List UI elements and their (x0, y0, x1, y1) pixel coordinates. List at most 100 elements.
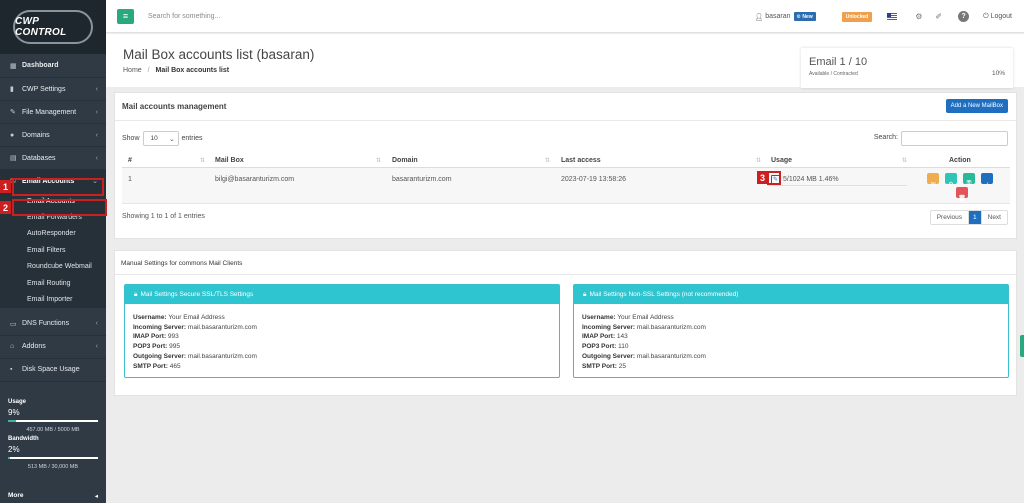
smtp-value: 25 (618, 362, 626, 370)
new-badge: ⚙︎ New (793, 12, 816, 21)
pop3-value: 110 (618, 343, 629, 351)
quota-subtitle: Available / Contracted (809, 71, 858, 77)
sidebar-item-domains[interactable]: ● Domains ‹ (0, 124, 106, 147)
server-icon: ▭ (10, 320, 17, 328)
logo[interactable]: CWP CONTROL (0, 0, 106, 54)
manual-settings-title: Manual Settings for commons Mail Clients (121, 260, 243, 267)
imap-value: 143 (616, 333, 628, 341)
chevron-left-icon: ‹ (95, 320, 98, 328)
help-icon[interactable]: ? (958, 11, 970, 22)
pagination-page-1[interactable]: 1 (968, 211, 981, 224)
logout-button[interactable]: ⏻ Logout (983, 13, 1012, 21)
smtp-value: 465 (169, 362, 181, 370)
cell-domain: basaranturizm.com (392, 176, 452, 183)
chevron-left-icon: ‹ (95, 131, 98, 139)
highlight-email-accounts-sub (12, 199, 107, 216)
cell-index: 1 (128, 176, 132, 183)
database-icon: ▤ (10, 155, 17, 162)
sidebar-item-label: Disk Space Usage (22, 366, 80, 374)
email-action-button[interactable]: ✉ (927, 173, 939, 188)
sidebar-item-disk-space[interactable]: ▪ Disk Space Usage (0, 359, 106, 382)
brush-icon[interactable]: ✐ (935, 12, 942, 21)
submenu-roundcube-webmail[interactable]: Roundcube Webmail (0, 259, 106, 275)
sidebar-item-cwp-settings[interactable]: ▮ CWP Settings ‹ (0, 78, 106, 101)
usage-panel: Usage 9% 457.00 MB / 5000 MB Bandwidth 2… (0, 391, 106, 470)
sort-icon: ⇅ (200, 158, 206, 164)
usage-progress (767, 185, 907, 186)
column-header-index[interactable]: # (128, 157, 132, 164)
add-mailbox-button[interactable]: Add a New MailBox (945, 99, 1008, 113)
nonssl-settings-body: Username: Your Email Address Incoming Se… (574, 304, 1008, 371)
us-flag-icon[interactable] (887, 13, 898, 20)
highlight-usage-edit (767, 171, 781, 185)
logout-label: Logout (990, 12, 1012, 20)
unlocked-badge: Unlocked (841, 11, 873, 22)
page-title: Mail Box accounts list (basaran) (123, 47, 315, 62)
entries-select[interactable]: 10 ⌄ (142, 131, 179, 146)
incoming-value: mail.basaranturizm.com (636, 323, 706, 331)
delete-action-button[interactable]: 🗑︎ (956, 187, 968, 202)
search-input[interactable]: Search for something... (148, 13, 448, 20)
table-info: Showing 1 to 1 of 1 entries (122, 213, 205, 220)
check-icon: ✓ (984, 182, 990, 188)
chevron-left-icon: ‹ (95, 343, 98, 351)
mail-accounts-panel: Mail accounts management Add a New MailB… (114, 92, 1017, 239)
breadcrumb-current: Mail Box accounts list (155, 67, 230, 74)
column-header-mailbox[interactable]: Mail Box (215, 157, 244, 164)
logo-text: CWP CONTROL (13, 10, 93, 44)
settings-action-button[interactable]: ⚙ (945, 173, 957, 188)
column-header-usage[interactable]: Usage (771, 157, 792, 164)
column-header-domain[interactable]: Domain (392, 157, 418, 164)
edit-icon: ✎ (10, 109, 16, 116)
email-quota-card: Email 1 / 10 Available / Contracted 10% (801, 48, 1013, 88)
pagination-previous[interactable]: Previous (931, 211, 968, 224)
gears-icon[interactable]: ⚙ (915, 12, 922, 21)
new-badge-label: New (802, 13, 813, 20)
username-label: Username: (133, 314, 167, 321)
sidebar-item-addons[interactable]: ⌂ Addons ‹ (0, 336, 106, 359)
username-value: Your Email Address (617, 314, 674, 321)
submenu-email-routing[interactable]: Email Routing (0, 275, 106, 291)
table-row: 1 bilgi@basaranturizm.com basaranturizm.… (122, 168, 1010, 204)
show-label: Show (122, 135, 140, 142)
submenu-autoresponder[interactable]: AutoResponder (0, 226, 106, 242)
username-label: Username: (582, 314, 616, 321)
column-header-last-access[interactable]: Last access (561, 157, 601, 164)
imap-value: 993 (167, 333, 179, 341)
panel-title: Mail accounts management (122, 102, 227, 111)
sidebar-item-file-management[interactable]: ✎ File Management ‹ (0, 101, 106, 124)
pop3-value: 995 (169, 343, 180, 351)
check-action-button[interactable]: ✓ (981, 173, 993, 188)
imap-label: IMAP Port: (582, 333, 616, 341)
sidebar-item-databases[interactable]: ▤ Databases ‹ (0, 147, 106, 170)
side-widget-tab[interactable] (1020, 335, 1024, 357)
cell-usage: 5/1024 MB 1.46% (783, 176, 839, 183)
annotation-marker-1: 1 (0, 180, 11, 193)
dashboard-icon: ▦ (10, 62, 17, 70)
disk-icon: ▪ (10, 366, 13, 374)
sidebar-item-dashboard[interactable]: ▦ Dashboard (0, 54, 106, 78)
submenu-email-importer[interactable]: Email Importer (0, 291, 106, 307)
username[interactable]: basaran (765, 13, 790, 20)
chevron-left-icon: ‹ (95, 154, 98, 162)
more-toggle[interactable]: More ◂ (0, 488, 106, 503)
breadcrumb-separator: / (147, 67, 150, 74)
nonssl-settings-heading: 🔒︎ Mail Settings Non-SSL Settings (not r… (574, 285, 1008, 304)
key-action-button[interactable]: ⚿ (963, 173, 975, 187)
outgoing-value: mail.basaranturizm.com (636, 352, 706, 360)
sidebar-item-label: Addons (22, 343, 46, 351)
submenu-email-filters[interactable]: Email Filters (0, 242, 106, 258)
quota-title: Email 1 / 10 (809, 56, 868, 68)
usage-bar-fill (8, 420, 17, 422)
sidebar-item-label: DNS Functions (22, 320, 70, 328)
sidebar-item-dns-functions[interactable]: ▭ DNS Functions ‹ (0, 313, 106, 336)
column-header-action: Action (949, 157, 971, 164)
usage-value: 457.00 MB / 5000 MB (26, 427, 80, 433)
breadcrumb-home[interactable]: Home (123, 67, 142, 74)
pagination-next[interactable]: Next (980, 211, 1007, 224)
hamburger-menu-button[interactable]: ≡ (117, 8, 134, 24)
incoming-label: Incoming Server: (582, 323, 636, 331)
bandwidth-value: 513 MB / 30,000 MB (27, 464, 79, 470)
table-search-input[interactable] (901, 131, 1008, 146)
outgoing-value: mail.basaranturizm.com (187, 352, 257, 360)
